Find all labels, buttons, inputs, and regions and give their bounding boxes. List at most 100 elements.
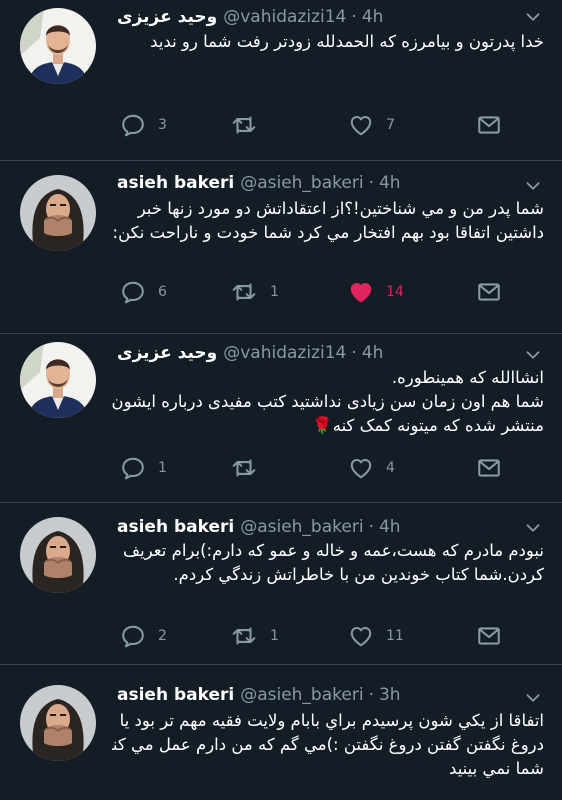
avatar-man-icon — [20, 342, 96, 418]
timestamp[interactable]: 4h — [379, 517, 401, 537]
mail-icon — [476, 279, 502, 305]
tweet[interactable]: asieh bakeri @asieh_bakeri · 3h اتفاقا ا… — [0, 665, 562, 800]
direct-message-button[interactable] — [476, 108, 502, 142]
separator-dot: · — [368, 517, 374, 537]
reply-button[interactable]: 2 — [120, 619, 167, 653]
retweet-count: 1 — [270, 284, 279, 300]
mail-icon — [476, 112, 502, 138]
tweet-text-line: شما پدر من و مي شناختين!؟از اعتقاداتش دو… — [137, 199, 544, 218]
tweet-header: asieh bakeri @asieh_bakeri · 3h — [117, 682, 532, 708]
reply-button[interactable]: 6 — [120, 275, 167, 309]
reply-button[interactable]: 3 — [120, 108, 167, 142]
chevron-down-icon[interactable] — [522, 344, 544, 366]
avatar-woman-icon — [20, 685, 96, 761]
tweet-header: asieh bakeri @asieh_bakeri · 4h — [117, 170, 532, 196]
avatar-man-icon — [20, 8, 96, 84]
action-bar: 6 1 14 — [115, 275, 502, 309]
separator-dot: · — [368, 685, 374, 705]
like-button[interactable]: 11 — [348, 619, 404, 653]
tweet[interactable]: asieh bakeri @asieh_bakeri · 4h شما پدر … — [0, 161, 562, 333]
like-button[interactable]: 14 — [348, 275, 404, 309]
user-handle[interactable]: @vahidazizi14 — [223, 7, 346, 27]
tweet-text-line: نبودم مادرم که هست،عمه و خاله و عمو كه د… — [123, 541, 544, 560]
tweet-text-line: داشتين اتفاقا بود بهم افتخار مي كرد شما … — [112, 223, 544, 242]
reply-count: 3 — [158, 117, 167, 133]
reply-icon — [120, 279, 146, 305]
user-handle[interactable]: @asieh_bakeri — [240, 685, 363, 705]
tweet[interactable]: وحید عزیزی @vahidazizi14 · 4h انشاالله ک… — [0, 334, 562, 502]
avatar[interactable] — [20, 685, 96, 761]
tweet[interactable]: asieh bakeri @asieh_bakeri · 4h نبودم ما… — [0, 503, 562, 664]
direct-message-button[interactable] — [476, 451, 502, 485]
avatar[interactable] — [20, 342, 96, 418]
tweet-header: وحید عزیزی @vahidazizi14 · 4h — [117, 340, 532, 366]
action-bar: 3 7 — [115, 108, 502, 142]
avatar[interactable] — [20, 175, 96, 251]
tweet-header: وحید عزیزی @vahidazizi14 · 4h — [117, 4, 532, 30]
user-handle[interactable]: @vahidazizi14 — [223, 343, 346, 363]
retweet-icon — [230, 112, 258, 138]
timestamp[interactable]: 4h — [362, 343, 384, 363]
action-bar: 2 1 11 — [115, 619, 502, 653]
timestamp[interactable]: 4h — [379, 173, 401, 193]
tweet-text: انشاالله که همینطوره. شما هم اون زمان سن… — [112, 366, 544, 438]
tweet-text-line: خدا پدرتون و بیامرزه که الحمدلله زودتر ر… — [150, 32, 544, 51]
like-button[interactable]: 4 — [348, 451, 395, 485]
reply-icon — [120, 112, 146, 138]
display-name[interactable]: asieh bakeri — [117, 173, 234, 193]
avatar-woman-icon — [20, 517, 96, 593]
like-count: 4 — [386, 460, 395, 476]
retweet-count: 1 — [270, 628, 279, 644]
retweet-button[interactable] — [230, 451, 270, 485]
retweet-icon — [230, 455, 258, 481]
tweet-text-line: منتشر شده که میتونه کمک کنه🌹 — [312, 416, 544, 435]
chevron-down-icon[interactable] — [522, 517, 544, 539]
direct-message-button[interactable] — [476, 619, 502, 653]
retweet-button[interactable]: 1 — [230, 619, 279, 653]
tweet-text-line: شما هم اون زمان سن زیادی نداشتید کتب مفی… — [112, 392, 544, 411]
tweet-text-line: دروغ نگفتن گفتن دروغ نگفتن :)مي گم كه من… — [112, 735, 544, 754]
timestamp[interactable]: 3h — [379, 685, 401, 705]
tweet-text: اتفاقا از يكي شون پرسيدم براي بابام ولاي… — [112, 709, 544, 781]
tweet-text-line: اتفاقا از يكي شون پرسيدم براي بابام ولاي… — [119, 711, 544, 730]
tweet[interactable]: وحید عزیزی @vahidazizi14 · 4h خدا پدرتون… — [0, 0, 562, 160]
chevron-down-icon[interactable] — [522, 687, 544, 709]
like-count: 14 — [386, 284, 404, 300]
mail-icon — [476, 623, 502, 649]
reply-icon — [120, 623, 146, 649]
mail-icon — [476, 455, 502, 481]
heart-icon — [348, 112, 374, 138]
tweet-text-line: شما نمي بينيد — [449, 759, 544, 778]
display-name[interactable]: asieh bakeri — [117, 685, 234, 705]
tweet-text-line: انشاالله که همینطوره. — [391, 368, 544, 387]
avatar[interactable] — [20, 8, 96, 84]
avatar[interactable] — [20, 517, 96, 593]
reply-button[interactable]: 1 — [120, 451, 167, 485]
user-handle[interactable]: @asieh_bakeri — [240, 517, 363, 537]
like-button[interactable]: 7 — [348, 108, 395, 142]
avatar-woman-icon — [20, 175, 96, 251]
chevron-down-icon[interactable] — [522, 175, 544, 197]
display-name[interactable]: وحید عزیزی — [117, 7, 217, 27]
tweet-header: asieh bakeri @asieh_bakeri · 4h — [117, 514, 532, 540]
tweet-text: شما پدر من و مي شناختين!؟از اعتقاداتش دو… — [112, 197, 544, 245]
heart-icon — [348, 455, 374, 481]
user-handle[interactable]: @asieh_bakeri — [240, 173, 363, 193]
like-count: 11 — [386, 628, 404, 644]
chevron-down-icon[interactable] — [522, 6, 544, 28]
tweet-text: نبودم مادرم که هست،عمه و خاله و عمو كه د… — [112, 539, 544, 587]
retweet-button[interactable] — [230, 108, 270, 142]
display-name[interactable]: وحید عزیزی — [117, 343, 217, 363]
timestamp[interactable]: 4h — [362, 7, 384, 27]
heart-filled-icon — [348, 279, 374, 305]
reply-icon — [120, 455, 146, 481]
tweet-text: خدا پدرتون و بیامرزه که الحمدلله زودتر ر… — [112, 30, 544, 54]
retweet-button[interactable]: 1 — [230, 275, 279, 309]
heart-icon — [348, 623, 374, 649]
direct-message-button[interactable] — [476, 275, 502, 309]
separator-dot: · — [368, 173, 374, 193]
retweet-icon — [230, 623, 258, 649]
reply-count: 2 — [158, 628, 167, 644]
display-name[interactable]: asieh bakeri — [117, 517, 234, 537]
separator-dot: · — [351, 7, 357, 27]
